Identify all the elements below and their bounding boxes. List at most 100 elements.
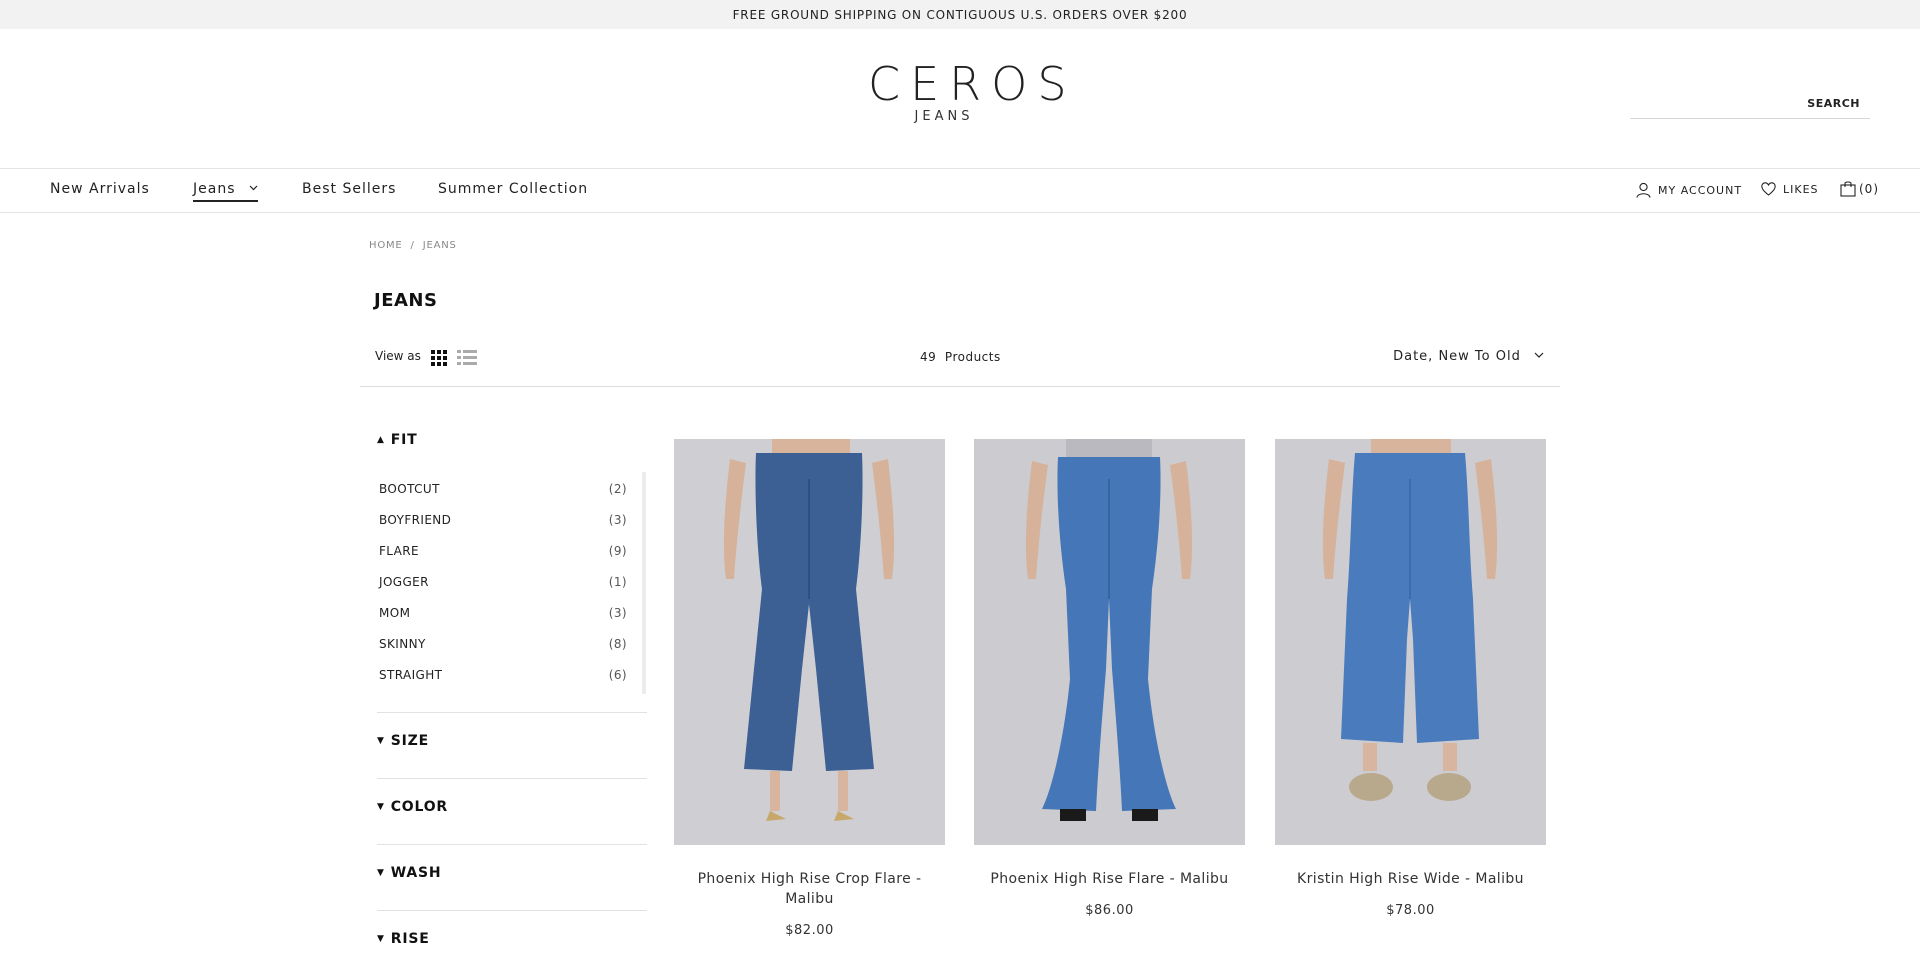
caret-down-icon: ▼ [377, 736, 385, 746]
product-card[interactable]: Phoenix High Rise Crop Flare - Malibu $8… [674, 439, 945, 938]
filter-title: COLOR [390, 799, 449, 815]
filter-rise-toggle[interactable]: ▼ RISE [377, 931, 430, 947]
filter-option-count: (3) [608, 606, 627, 620]
chevron-down-icon [249, 185, 258, 191]
search-button[interactable]: SEARCH [1807, 97, 1860, 110]
breadcrumb-home[interactable]: HOME [369, 240, 403, 251]
view-as-label: View as [375, 349, 421, 363]
my-account-link[interactable]: MY ACCOUNT [1636, 182, 1742, 198]
main-nav: New Arrivals Jeans Best Sellers Summer C… [0, 168, 1920, 213]
brand-name: CEROS [868, 57, 1077, 111]
filter-option-bootcut[interactable]: BOOTCUT (2) [379, 482, 627, 500]
sort-select[interactable]: Date, New To Old [1393, 349, 1544, 364]
product-price: $82.00 [785, 923, 834, 938]
nav-item-summer-collection[interactable]: Summer Collection [438, 181, 588, 197]
filter-fit-toggle[interactable]: ▲ FIT [377, 432, 417, 448]
filter-option-label: JOGGER [379, 575, 429, 589]
filter-option-label: SKINNY [379, 637, 426, 651]
filter-option-jogger[interactable]: JOGGER (1) [379, 575, 627, 593]
filter-wash-toggle[interactable]: ▼ WASH [377, 865, 441, 881]
nav-item-best-sellers[interactable]: Best Sellers [302, 181, 396, 197]
heart-icon [1761, 182, 1776, 196]
page-title: JEANS [374, 290, 438, 311]
likes-label: LIKES [1783, 182, 1819, 196]
filter-option-straight[interactable]: STRAIGHT (6) [379, 668, 627, 686]
filter-option-label: BOOTCUT [379, 482, 440, 496]
filter-option-flare[interactable]: FLARE (9) [379, 544, 627, 562]
filter-title: FIT [390, 432, 418, 448]
collection-toolbar: View as 49 Products Date, New To Old [360, 340, 1560, 387]
jeans-photo [674, 439, 945, 845]
product-title[interactable]: Phoenix High Rise Flare - Malibu [974, 869, 1245, 889]
filter-option-mom[interactable]: MOM (3) [379, 606, 627, 624]
product-image[interactable] [674, 439, 945, 845]
caret-down-icon: ▼ [377, 802, 385, 812]
brand-sub: JEANS [914, 109, 974, 124]
filter-option-count: (6) [608, 668, 627, 682]
product-card[interactable]: Kristin High Rise Wide - Malibu $78.00 [1275, 439, 1546, 918]
product-count: 49 Products [920, 350, 1000, 364]
site-header: CEROS JEANS SEARCH [0, 29, 1920, 168]
breadcrumb-separator: / [410, 240, 415, 251]
fit-filter-list: BOOTCUT (2) BOYFRIEND (3) FLARE (9) JOGG… [379, 472, 647, 694]
announcement-text: FREE GROUND SHIPPING ON CONTIGUOUS U.S. … [732, 7, 1188, 22]
nav-label: Summer Collection [438, 181, 589, 197]
account-label: MY ACCOUNT [1658, 183, 1743, 197]
filter-title: SIZE [390, 733, 429, 749]
jeans-photo [1275, 439, 1546, 845]
search-input[interactable] [1630, 95, 1800, 115]
filter-option-count: (2) [608, 482, 627, 496]
jeans-photo [974, 439, 1245, 845]
caret-down-icon: ▼ [377, 868, 385, 878]
nav-item-new-arrivals[interactable]: New Arrivals [50, 181, 150, 197]
sort-value: Date, New To Old [1393, 349, 1521, 364]
nav-label: Jeans [193, 181, 236, 197]
nav-label: New Arrivals [50, 181, 150, 197]
shopping-bag-icon [1840, 181, 1856, 197]
filter-divider [377, 844, 647, 845]
product-price: $86.00 [1085, 903, 1134, 918]
cart-link[interactable]: (0) [1840, 180, 1879, 197]
product-count-number: 49 [920, 350, 937, 364]
chevron-down-icon [1534, 352, 1544, 358]
filter-option-count: (3) [608, 513, 627, 527]
filter-option-boyfriend[interactable]: BOYFRIEND (3) [379, 513, 627, 531]
caret-up-icon: ▲ [377, 435, 385, 445]
announcement-bar: FREE GROUND SHIPPING ON CONTIGUOUS U.S. … [0, 0, 1920, 29]
filter-option-count: (1) [608, 575, 627, 589]
nav-label: Best Sellers [302, 181, 397, 197]
breadcrumb: HOME / JEANS [369, 240, 457, 251]
likes-link[interactable]: LIKES [1761, 182, 1819, 196]
filter-option-label: BOYFRIEND [379, 513, 452, 527]
filter-option-count: (9) [608, 544, 627, 558]
filter-option-label: FLARE [379, 544, 419, 558]
caret-down-icon: ▼ [377, 934, 385, 944]
product-image[interactable] [1275, 439, 1546, 845]
filter-divider [377, 778, 647, 779]
filter-option-label: STRAIGHT [379, 668, 443, 682]
brand-logo[interactable]: CEROS JEANS [860, 57, 1077, 124]
filter-title: WASH [390, 865, 442, 881]
filter-title: RISE [390, 931, 430, 947]
product-title[interactable]: Kristin High Rise Wide - Malibu [1275, 869, 1546, 889]
filter-color-toggle[interactable]: ▼ COLOR [377, 799, 448, 815]
product-image[interactable] [974, 439, 1245, 845]
filter-size-toggle[interactable]: ▼ SIZE [377, 733, 429, 749]
product-title[interactable]: Phoenix High Rise Crop Flare - Malibu [674, 869, 945, 909]
filter-scrollbar[interactable] [642, 472, 646, 694]
breadcrumb-current: JEANS [422, 240, 457, 251]
cart-count: (0) [1859, 181, 1879, 196]
filter-option-label: MOM [379, 606, 411, 620]
nav-item-jeans[interactable]: Jeans [193, 181, 258, 202]
list-view-icon[interactable] [457, 350, 477, 366]
filter-option-skinny[interactable]: SKINNY (8) [379, 637, 627, 655]
search-form: SEARCH [1630, 67, 1870, 119]
product-card[interactable]: Phoenix High Rise Flare - Malibu $86.00 [974, 439, 1245, 918]
product-price: $78.00 [1386, 903, 1435, 918]
product-count-label: Products [944, 350, 1001, 364]
grid-view-icon[interactable] [431, 350, 447, 366]
filter-divider [377, 712, 647, 713]
user-icon [1636, 182, 1651, 198]
filter-option-count: (8) [608, 637, 627, 651]
filter-divider [377, 910, 647, 911]
